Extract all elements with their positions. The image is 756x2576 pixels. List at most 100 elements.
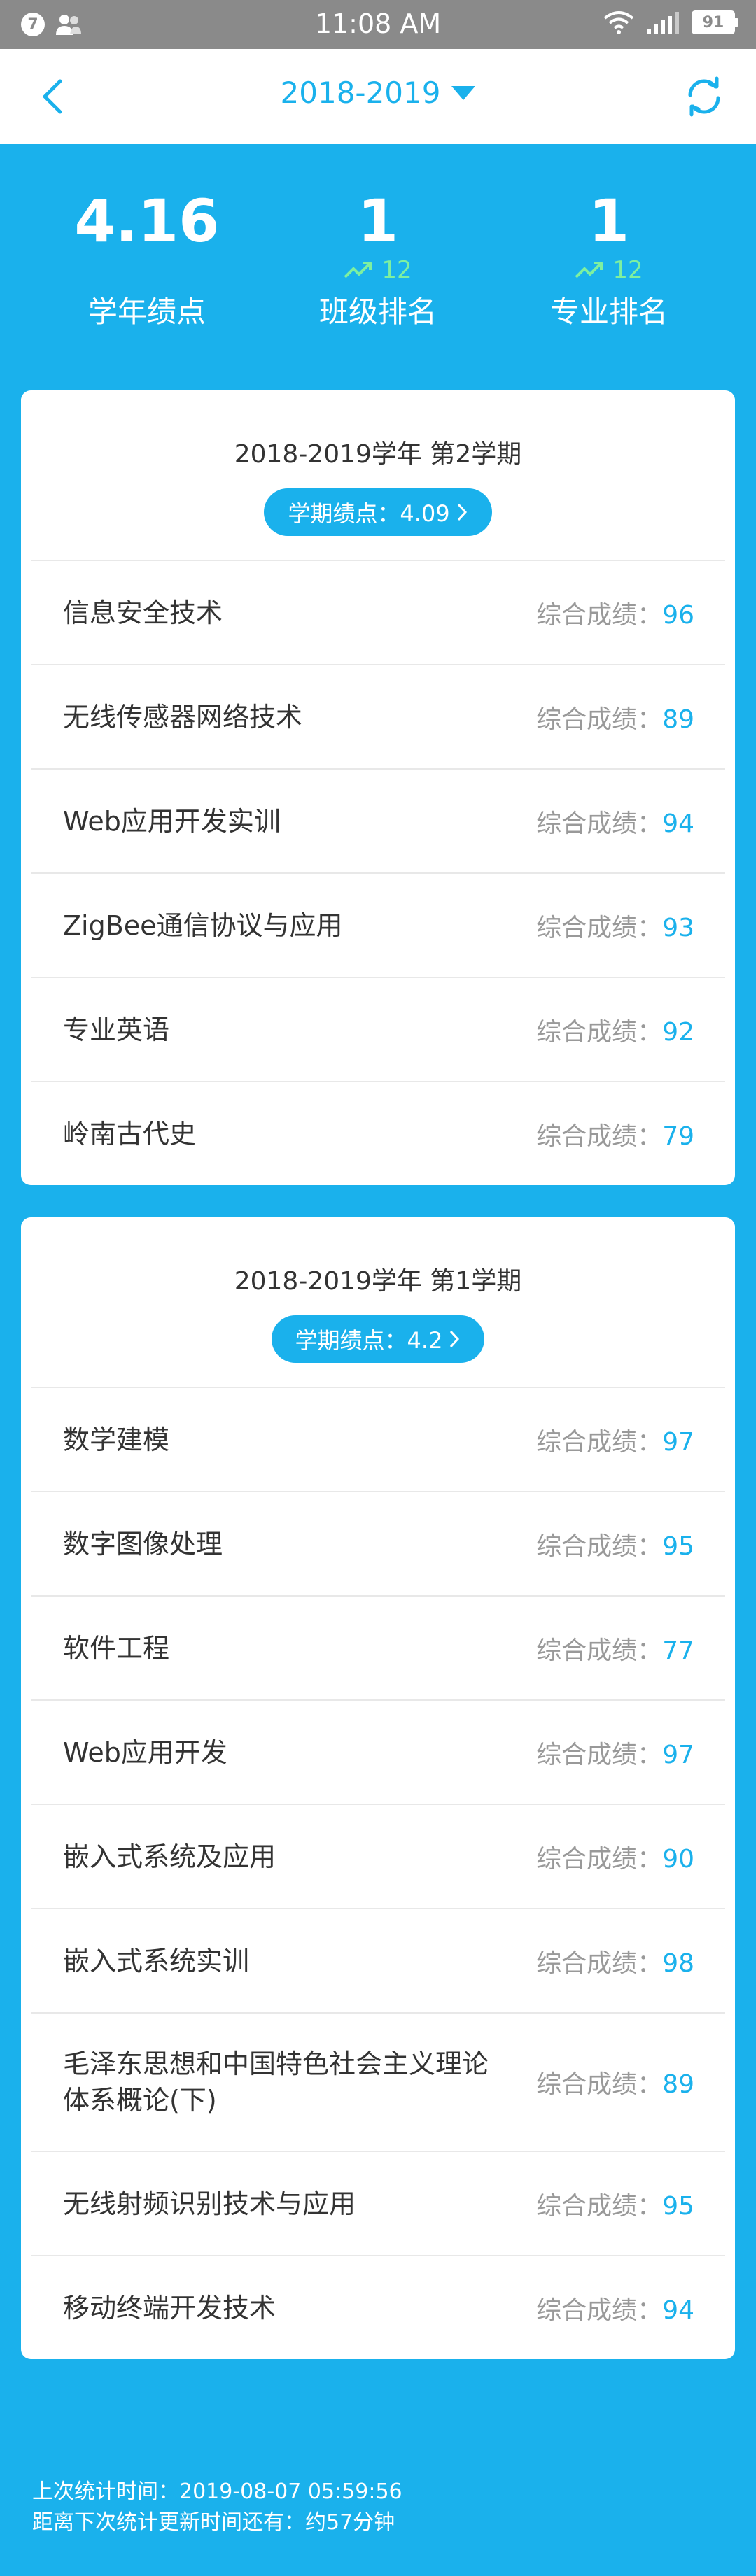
class-rank-trend: 12 bbox=[252, 256, 504, 284]
course-name: ZigBee通信协议与应用 bbox=[63, 910, 343, 941]
term-header: 2018-2019学年 第2学期 学期绩点：4.09 bbox=[21, 390, 735, 536]
year-selector-label: 2018-2019 bbox=[280, 76, 441, 110]
score-label: 综合成绩： bbox=[536, 1844, 663, 1874]
score-label: 综合成绩： bbox=[536, 2070, 663, 2099]
course-score: 综合成绩：98 bbox=[536, 1943, 694, 1979]
course-list: 信息安全技术 综合成绩：96 无线传感器网络技术 综合成绩：89 Web应用开发… bbox=[31, 560, 725, 1185]
major-rank-value: 1 bbox=[588, 187, 630, 255]
stat-gpa: 4.16 学年绩点 bbox=[21, 186, 273, 331]
score-value: 94 bbox=[662, 2295, 694, 2325]
course-row[interactable]: 嵌入式系统及应用 综合成绩：90 bbox=[31, 1804, 725, 1908]
course-score: 综合成绩：93 bbox=[536, 907, 694, 944]
gpa-value: 4.16 bbox=[74, 187, 220, 255]
course-name: 岭南古代史 bbox=[63, 1118, 197, 1149]
score-label: 综合成绩： bbox=[536, 809, 663, 838]
course-score: 综合成绩：89 bbox=[536, 699, 694, 735]
term-gpa-button[interactable]: 学期绩点：4.09 bbox=[264, 488, 492, 536]
score-value: 95 bbox=[662, 2191, 694, 2221]
summary-stats: 4.16 学年绩点 1 12 班级排名 1 12 专业排名 bbox=[0, 144, 756, 389]
battery-indicator: 91 bbox=[692, 10, 738, 34]
course-row[interactable]: 无线射频识别技术与应用 综合成绩：95 bbox=[31, 2151, 725, 2255]
course-row[interactable]: 软件工程 综合成绩：77 bbox=[31, 1595, 725, 1699]
score-label: 综合成绩： bbox=[536, 2295, 663, 2325]
trending-up-icon bbox=[344, 262, 372, 278]
course-row[interactable]: 信息安全技术 综合成绩：96 bbox=[31, 560, 725, 664]
term-title: 2018-2019学年 第2学期 bbox=[234, 440, 522, 469]
course-row[interactable]: 嵌入式系统实训 综合成绩：98 bbox=[31, 1908, 725, 2012]
term-title: 2018-2019学年 第1学期 bbox=[234, 1267, 522, 1296]
class-rank-label: 班级排名 bbox=[318, 295, 437, 329]
course-row[interactable]: Web应用开发 综合成绩：97 bbox=[31, 1699, 725, 1804]
course-row[interactable]: 毛泽东思想和中国特色社会主义理论体系概论(下) 综合成绩：89 bbox=[31, 2012, 725, 2151]
course-row[interactable]: 数字图像处理 综合成绩：95 bbox=[31, 1491, 725, 1595]
wifi-icon bbox=[603, 11, 634, 34]
course-name: 数字图像处理 bbox=[63, 1528, 223, 1559]
course-score: 综合成绩：95 bbox=[536, 1526, 694, 1562]
score-label: 综合成绩： bbox=[536, 1740, 663, 1769]
course-row[interactable]: 岭南古代史 综合成绩：79 bbox=[31, 1081, 725, 1185]
status-right: 91 bbox=[603, 10, 738, 35]
term-gpa-button[interactable]: 学期绩点：4.2 bbox=[271, 1315, 485, 1363]
stat-major-rank: 1 12 专业排名 bbox=[483, 186, 735, 331]
term-card: 2018-2019学年 第2学期 学期绩点：4.09 信息安全技术 综合成绩：9… bbox=[21, 390, 735, 1185]
chevron-right-icon bbox=[450, 1330, 460, 1348]
course-name: 移动终端开发技术 bbox=[63, 2292, 276, 2323]
term-gpa-label: 学期绩点：4.2 bbox=[295, 1327, 443, 1354]
nav-bar: 2018-2019 bbox=[0, 49, 756, 144]
score-value: 96 bbox=[662, 600, 694, 630]
score-value: 89 bbox=[662, 2070, 694, 2099]
course-name: 嵌入式系统实训 bbox=[63, 1945, 250, 1976]
score-label: 综合成绩： bbox=[536, 705, 663, 734]
score-value: 94 bbox=[662, 809, 694, 838]
course-row[interactable]: ZigBee通信协议与应用 综合成绩：93 bbox=[31, 872, 725, 977]
course-name: 毛泽东思想和中国特色社会主义理论体系概论(下) bbox=[63, 2048, 489, 2116]
last-update-time: 上次统计时间：2019-08-07 05:59:56 bbox=[32, 2479, 402, 2504]
score-value: 92 bbox=[662, 1017, 694, 1047]
course-name: Web应用开发 bbox=[63, 1736, 227, 1768]
course-row[interactable]: 移动终端开发技术 综合成绩：94 bbox=[31, 2255, 725, 2359]
course-name: 无线射频识别技术与应用 bbox=[63, 2188, 356, 2219]
course-score: 综合成绩：97 bbox=[536, 1734, 694, 1771]
chevron-right-icon bbox=[457, 503, 467, 521]
class-rank-trend-value: 12 bbox=[382, 256, 412, 284]
course-score: 综合成绩：79 bbox=[536, 1116, 694, 1152]
course-row[interactable]: 专业英语 综合成绩：92 bbox=[31, 977, 725, 1081]
course-score: 综合成绩：92 bbox=[536, 1012, 694, 1048]
score-label: 综合成绩： bbox=[536, 1427, 663, 1457]
course-score: 综合成绩：90 bbox=[536, 1839, 694, 1875]
course-name: 嵌入式系统及应用 bbox=[63, 1841, 276, 1872]
course-name: 专业英语 bbox=[63, 1014, 170, 1045]
year-selector[interactable]: 2018-2019 bbox=[0, 76, 756, 110]
course-score: 综合成绩：94 bbox=[536, 803, 694, 840]
score-label: 综合成绩： bbox=[536, 913, 663, 942]
major-rank-label: 专业排名 bbox=[550, 295, 668, 329]
term-header: 2018-2019学年 第1学期 学期绩点：4.2 bbox=[21, 1217, 735, 1363]
gpa-trend-placeholder bbox=[21, 256, 273, 284]
course-score: 综合成绩：97 bbox=[536, 1422, 694, 1458]
term-gpa-label: 学期绩点：4.09 bbox=[288, 500, 450, 527]
course-score: 综合成绩：94 bbox=[536, 2290, 694, 2326]
refresh-icon[interactable] bbox=[682, 74, 727, 119]
score-value: 93 bbox=[662, 913, 694, 942]
course-name: 无线传感器网络技术 bbox=[63, 701, 303, 733]
course-name: 数学建模 bbox=[63, 1424, 170, 1455]
stat-class-rank: 1 12 班级排名 bbox=[252, 186, 504, 331]
term-card: 2018-2019学年 第1学期 学期绩点：4.2 数学建模 综合成绩：97 数… bbox=[21, 1217, 735, 2359]
score-value: 89 bbox=[662, 705, 694, 734]
course-list: 数学建模 综合成绩：97 数字图像处理 综合成绩：95 软件工程 综合成绩：77… bbox=[31, 1387, 725, 2359]
course-name: Web应用开发实训 bbox=[63, 805, 281, 837]
course-row[interactable]: 数学建模 综合成绩：97 bbox=[31, 1387, 725, 1491]
score-label: 综合成绩： bbox=[536, 2191, 663, 2221]
score-label: 综合成绩： bbox=[536, 1531, 663, 1561]
course-row[interactable]: Web应用开发实训 综合成绩：94 bbox=[31, 768, 725, 872]
score-label: 综合成绩： bbox=[536, 1017, 663, 1047]
score-value: 90 bbox=[662, 1844, 694, 1874]
score-label: 综合成绩： bbox=[536, 1636, 663, 1665]
score-value: 98 bbox=[662, 1948, 694, 1978]
score-label: 综合成绩： bbox=[536, 1121, 663, 1151]
course-row[interactable]: 无线传感器网络技术 综合成绩：89 bbox=[31, 664, 725, 768]
score-value: 79 bbox=[662, 1121, 694, 1151]
signal-icon bbox=[647, 12, 679, 34]
score-label: 综合成绩： bbox=[536, 1948, 663, 1978]
caret-down-icon bbox=[451, 85, 476, 100]
